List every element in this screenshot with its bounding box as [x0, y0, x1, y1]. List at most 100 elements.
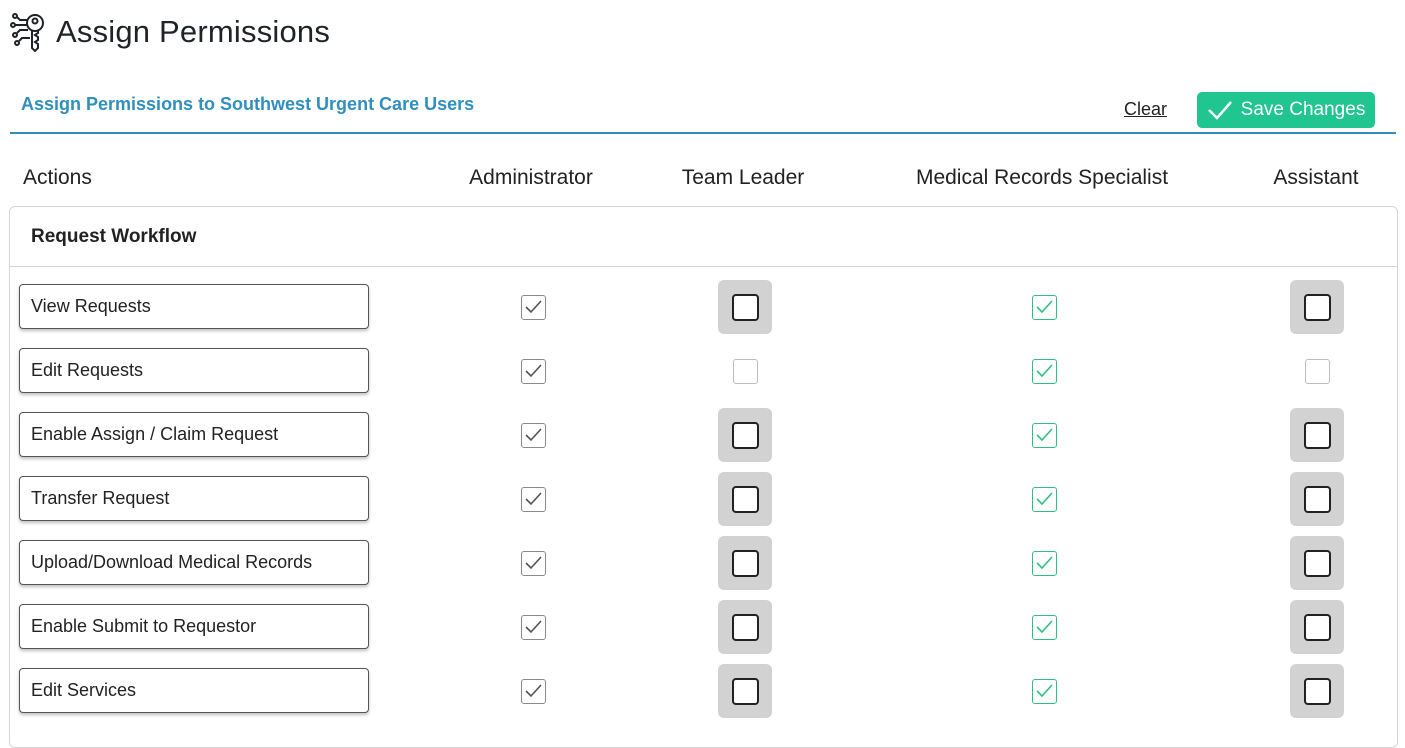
- checkmark-icon: [1035, 428, 1053, 442]
- permission-cell: [718, 280, 772, 334]
- page-header: Assign Permissions: [10, 10, 330, 54]
- permission-row: View Requests: [10, 280, 1397, 348]
- group-title: Request Workflow: [10, 207, 1397, 267]
- permission-cell: [1017, 600, 1071, 654]
- action-label[interactable]: Upload/Download Medical Records: [19, 540, 369, 585]
- permission-checkbox[interactable]: [731, 549, 759, 577]
- checkmark-icon: [1035, 492, 1053, 506]
- permission-checkbox[interactable]: [1031, 422, 1057, 448]
- permission-cell: [718, 536, 772, 590]
- section-title: Assign Permissions to Southwest Urgent C…: [21, 94, 475, 114]
- permission-cell: [718, 664, 772, 718]
- permission-checkbox[interactable]: [731, 677, 759, 705]
- permission-checkbox[interactable]: [1031, 614, 1057, 640]
- checkmark-icon: [524, 492, 542, 506]
- permission-checkbox[interactable]: [1031, 678, 1057, 704]
- permission-cell: [506, 600, 560, 654]
- checkmark-icon: [524, 300, 542, 314]
- permission-checkbox[interactable]: [1303, 613, 1331, 641]
- permission-checkbox[interactable]: [520, 486, 546, 512]
- permission-cell: [718, 600, 772, 654]
- column-header-medical-records-specialist: Medical Records Specialist: [915, 166, 1169, 189]
- checkmark-icon: [1035, 300, 1053, 314]
- permission-cell: [506, 472, 560, 526]
- permission-checkbox[interactable]: [1303, 549, 1331, 577]
- page-title: Assign Permissions: [56, 14, 331, 49]
- permission-checkbox[interactable]: [520, 422, 546, 448]
- permission-cell: [506, 664, 560, 718]
- permission-checkbox[interactable]: [1031, 294, 1057, 320]
- permission-cell: [1290, 600, 1344, 654]
- action-label[interactable]: Edit Services: [19, 668, 369, 713]
- permission-cell: [1017, 472, 1071, 526]
- permission-checkbox[interactable]: [1303, 677, 1331, 705]
- permission-cell: [1017, 536, 1071, 590]
- permission-checkbox[interactable]: [1303, 485, 1331, 513]
- permission-cell: [718, 472, 772, 526]
- clear-link[interactable]: Clear: [1124, 99, 1167, 120]
- action-label[interactable]: Enable Assign / Claim Request: [19, 412, 369, 457]
- save-changes-label: Save Changes: [1240, 99, 1366, 120]
- permission-checkbox[interactable]: [731, 485, 759, 513]
- permission-row: Transfer Request: [10, 472, 1397, 540]
- permission-checkbox[interactable]: [520, 294, 546, 320]
- checkmark-icon: [524, 556, 542, 570]
- checkmark-icon: [1207, 101, 1232, 120]
- permission-row: Upload/Download Medical Records: [10, 536, 1397, 604]
- permission-checkbox[interactable]: [731, 613, 759, 641]
- save-changes-button[interactable]: Save Changes: [1197, 92, 1375, 128]
- permission-cell: [1017, 664, 1071, 718]
- permission-cell: [1290, 536, 1344, 590]
- subheader-bar: Assign Permissions to Southwest Urgent C…: [10, 88, 1396, 134]
- checkmark-icon: [1035, 556, 1053, 570]
- column-header-assistant: Assistant: [1273, 166, 1359, 189]
- permission-cell: [1017, 344, 1071, 398]
- permission-cell: [506, 408, 560, 462]
- permission-checkbox[interactable]: [1303, 421, 1331, 449]
- permission-checkbox[interactable]: [520, 358, 546, 384]
- permission-row: Enable Assign / Claim Request: [10, 408, 1397, 476]
- permissions-panel: Request Workflow View Requests Edit Reque…: [9, 206, 1398, 748]
- column-header-team-leader: Team Leader: [681, 166, 805, 189]
- permission-cell: [718, 344, 772, 398]
- permission-row: Edit Requests: [10, 348, 1397, 412]
- checkmark-icon: [524, 620, 542, 634]
- checkmark-icon: [1035, 684, 1053, 698]
- permission-checkbox[interactable]: [520, 550, 546, 576]
- column-header-administrator: Administrator: [469, 166, 593, 189]
- permission-checkbox[interactable]: [731, 293, 759, 321]
- permission-checkbox[interactable]: [1031, 486, 1057, 512]
- permission-checkbox[interactable]: [1031, 550, 1057, 576]
- permission-cell: [1017, 408, 1071, 462]
- permission-checkbox[interactable]: [732, 358, 758, 384]
- permission-cell: [1290, 664, 1344, 718]
- permission-cell: [506, 280, 560, 334]
- permission-checkbox[interactable]: [1304, 358, 1330, 384]
- permission-checkbox[interactable]: [520, 614, 546, 640]
- checkmark-icon: [524, 364, 542, 378]
- permission-cell: [1290, 408, 1344, 462]
- permission-checkbox[interactable]: [1031, 358, 1057, 384]
- permission-cell: [718, 408, 772, 462]
- permission-cell: [1290, 344, 1344, 398]
- permission-row: Enable Submit to Requestor: [10, 600, 1397, 668]
- permission-checkbox[interactable]: [520, 678, 546, 704]
- action-label[interactable]: Transfer Request: [19, 476, 369, 521]
- permission-checkbox[interactable]: [731, 421, 759, 449]
- key-circuit-icon: [10, 13, 44, 52]
- permission-cell: [1290, 472, 1344, 526]
- permission-row: Edit Services: [10, 664, 1397, 732]
- column-header-actions: Actions: [23, 166, 92, 189]
- checkmark-icon: [524, 428, 542, 442]
- permission-cell: [1290, 280, 1344, 334]
- permission-cell: [506, 344, 560, 398]
- action-label[interactable]: Enable Submit to Requestor: [19, 604, 369, 649]
- permission-checkbox[interactable]: [1303, 293, 1331, 321]
- permission-cell: [1017, 280, 1071, 334]
- checkmark-icon: [1035, 620, 1053, 634]
- checkmark-icon: [1035, 364, 1053, 378]
- action-label[interactable]: Edit Requests: [19, 348, 369, 393]
- action-label[interactable]: View Requests: [19, 284, 369, 329]
- permission-cell: [506, 536, 560, 590]
- checkmark-icon: [524, 684, 542, 698]
